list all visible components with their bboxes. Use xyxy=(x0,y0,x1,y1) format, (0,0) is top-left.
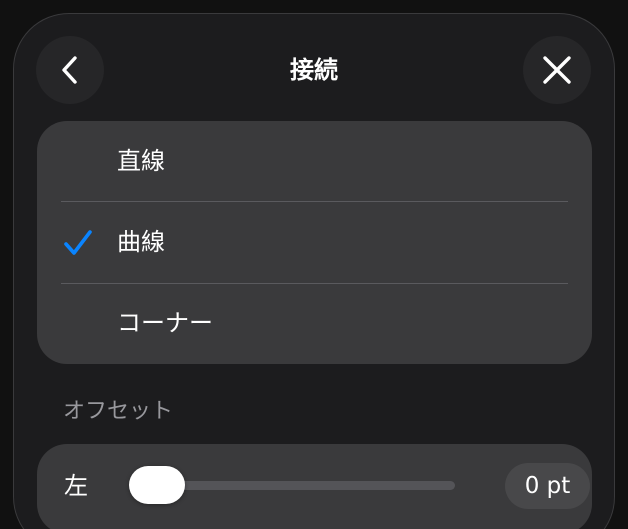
offset-value-field[interactable]: 0 pt xyxy=(505,463,590,509)
option-label: コーナー xyxy=(117,309,213,337)
option-label: 直線 xyxy=(117,147,165,175)
close-icon xyxy=(543,56,571,84)
option-label: 曲線 xyxy=(117,228,165,256)
option-straight[interactable]: 直線 xyxy=(37,121,592,202)
option-corner[interactable]: コーナー xyxy=(37,283,592,364)
option-curved[interactable]: 曲線 xyxy=(37,202,592,283)
connection-type-list: 直線 曲線 コーナー xyxy=(37,121,592,364)
offset-slider-row: 左 0 pt xyxy=(37,444,592,529)
offset-section-title: オフセット xyxy=(63,399,174,424)
offset-slider-track[interactable] xyxy=(129,466,455,504)
checkmark-icon xyxy=(64,230,92,255)
close-button[interactable] xyxy=(523,36,591,104)
offset-slider-label: 左 xyxy=(64,472,88,500)
connection-popover: 接続 直線 曲線 コーナー オフセット 左 0 pt xyxy=(13,13,615,529)
screen: 接続 直線 曲線 コーナー オフセット 左 0 pt xyxy=(0,0,628,529)
offset-slider-thumb[interactable] xyxy=(129,466,185,504)
